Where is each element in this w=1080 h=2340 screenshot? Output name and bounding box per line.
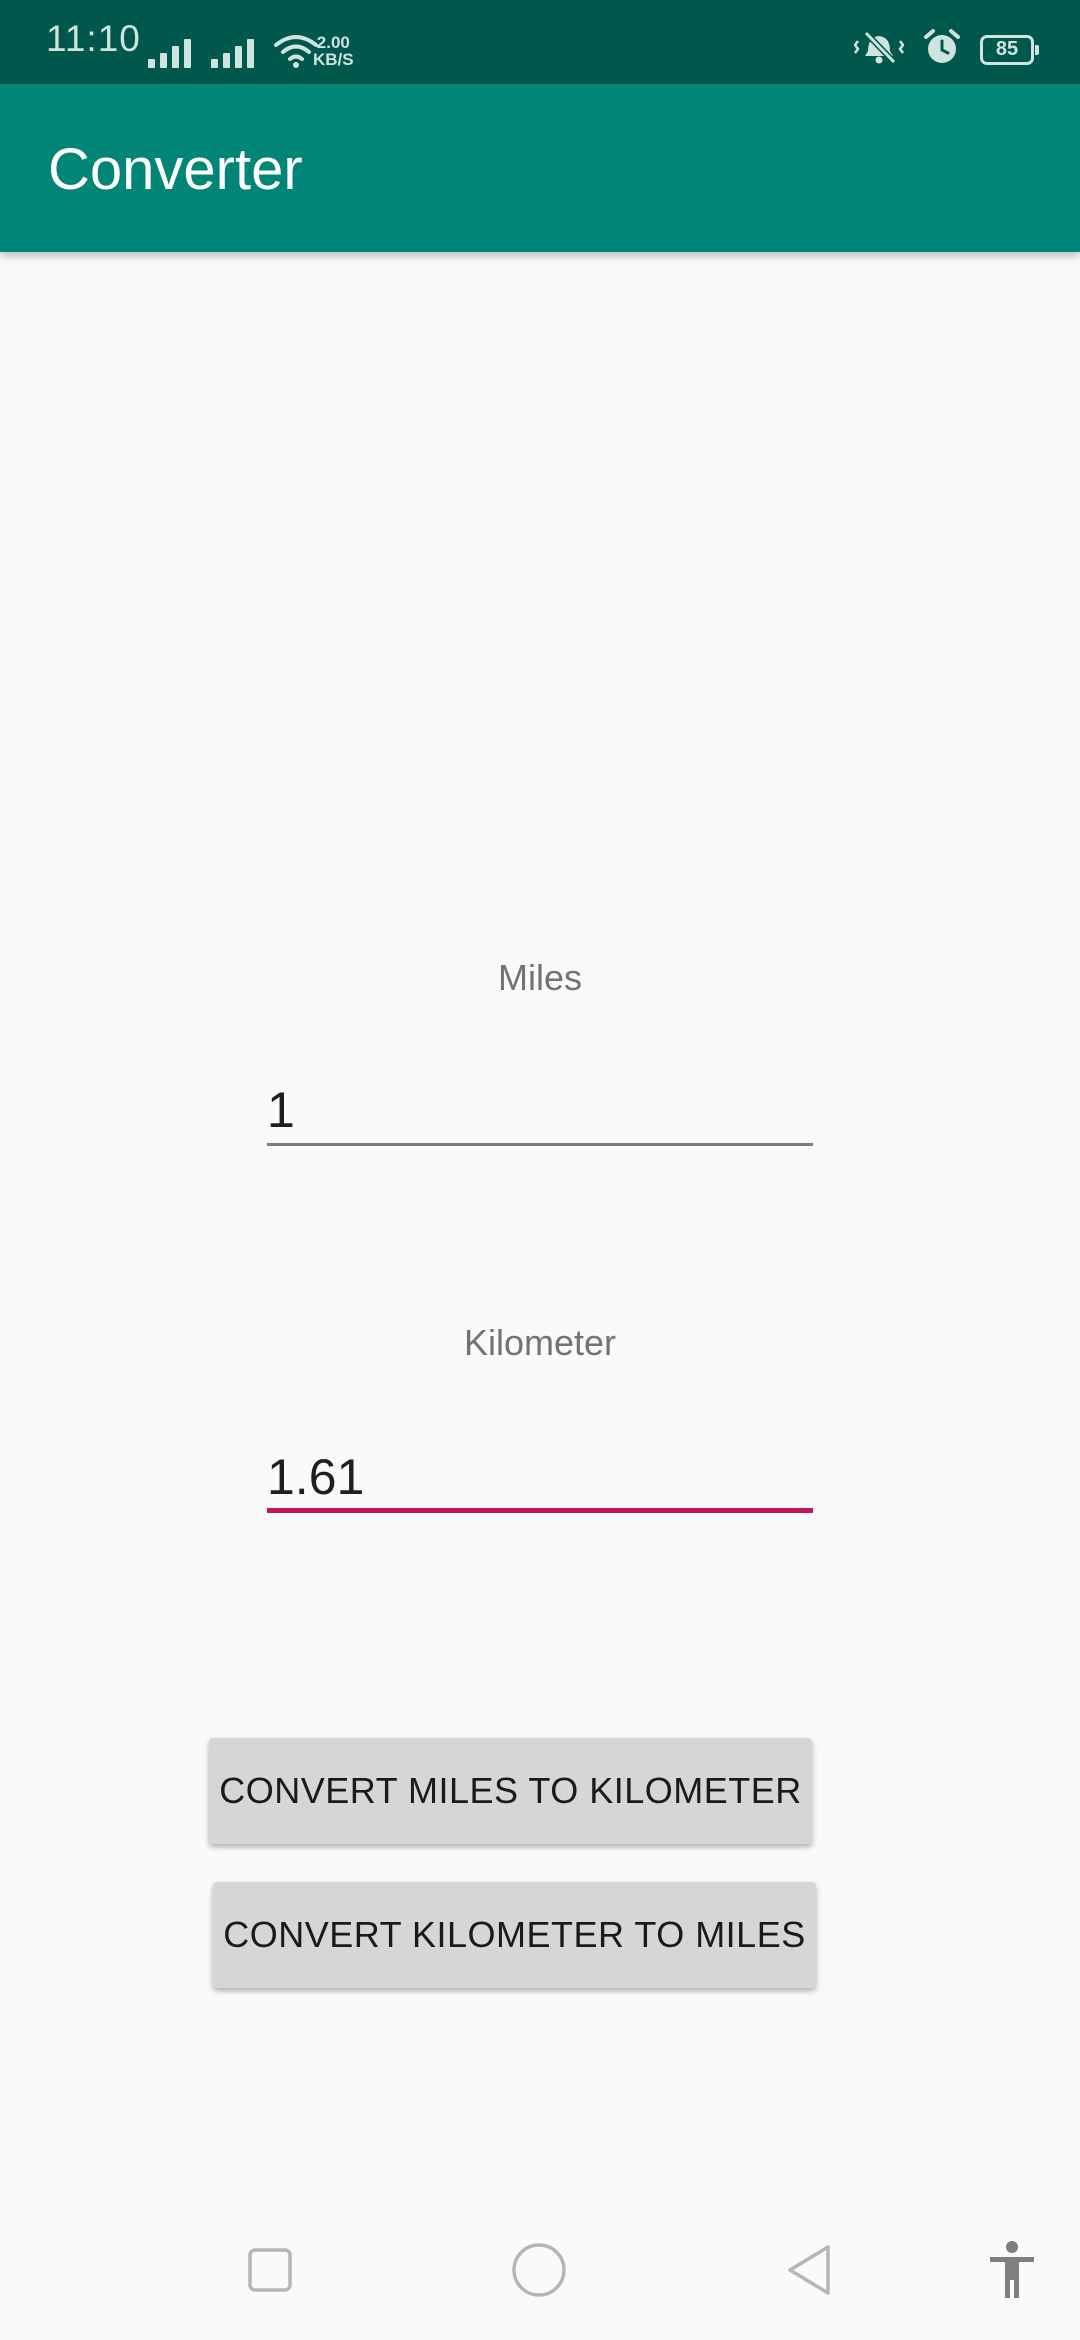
- wifi-icon: [274, 34, 318, 68]
- accessibility-icon[interactable]: [982, 2240, 1042, 2300]
- network-speed-unit: KB/S: [313, 50, 354, 69]
- miles-label: Miles: [497, 957, 582, 998]
- convert-kilometer-to-miles-button[interactable]: CONVERT KILOMETER TO MILES: [213, 1882, 816, 1988]
- kilometer-label: Kilometer: [463, 1322, 617, 1363]
- miles-input[interactable]: 1: [267, 1074, 813, 1146]
- navigation-bar: [0, 2200, 1080, 2340]
- convert-miles-to-kilometer-button[interactable]: CONVERT MILES TO KILOMETER: [209, 1738, 812, 1844]
- status-right-icons: 85: [853, 28, 1039, 71]
- alarm-icon: [922, 28, 962, 71]
- status-time: 11:10: [46, 18, 141, 59]
- app-title: Converter: [48, 137, 303, 202]
- status-left-icons: [148, 28, 318, 68]
- signal-icon: [211, 36, 254, 68]
- home-circle-icon[interactable]: [509, 2240, 569, 2300]
- app-bar: Converter: [0, 84, 1080, 252]
- network-speed: 2.00 KB/S: [313, 34, 354, 68]
- recents-square-icon[interactable]: [240, 2240, 300, 2300]
- network-speed-value: 2.00: [316, 33, 350, 52]
- back-triangle-icon[interactable]: [779, 2240, 839, 2300]
- status-bar: 11:10 2.00 KB/S 85: [0, 0, 1080, 84]
- battery-level: 85: [995, 38, 1019, 60]
- battery-icon: 85: [980, 34, 1039, 65]
- vibrate-icon: [853, 29, 905, 70]
- kilometer-input[interactable]: 1.61: [267, 1441, 813, 1513]
- signal-icon: [148, 36, 191, 68]
